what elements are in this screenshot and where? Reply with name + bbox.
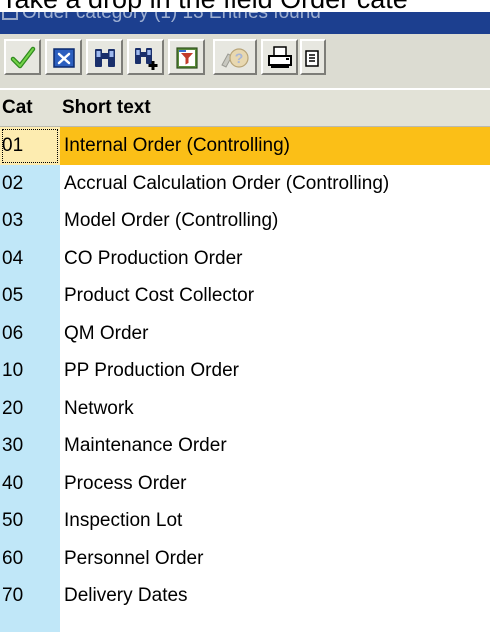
settings-button[interactable] xyxy=(300,39,326,75)
find-next-button[interactable] xyxy=(127,39,164,75)
row-short-text: Personnel Order xyxy=(64,547,204,569)
checkmark-icon xyxy=(10,46,36,69)
row-category-key: 70 xyxy=(2,585,24,606)
window-icon xyxy=(2,12,18,20)
row-category-key: 06 xyxy=(2,322,24,344)
binoculars-icon xyxy=(95,49,115,67)
table-header: Cat Short text xyxy=(0,90,490,127)
row-short-text: Delivery Dates xyxy=(64,585,188,606)
table-row[interactable]: 06 QM Order xyxy=(0,315,490,353)
table-row[interactable]: 10 PP Production Order xyxy=(0,352,490,390)
continue-button[interactable] xyxy=(4,39,41,75)
close-icon xyxy=(53,48,75,68)
table-body: 01 Internal Order (Controlling) 02 Accrual … xyxy=(0,127,490,615)
table-row[interactable]: 03 Model Order (Controlling) xyxy=(0,202,490,240)
table-row[interactable]: 01 Internal Order (Controlling) xyxy=(0,127,490,165)
row-short-text: Internal Order (Controlling) xyxy=(64,135,290,156)
row-category-key: 30 xyxy=(2,435,24,456)
printer-icon xyxy=(268,46,292,68)
table-row[interactable]: 30 Maintenance Order xyxy=(0,427,490,465)
help-icon: ? xyxy=(221,48,249,68)
table-row[interactable]: 60 Personnel Order xyxy=(0,540,490,578)
row-short-text: Network xyxy=(64,397,134,419)
toolbar: ? xyxy=(0,34,490,88)
row-short-text: Product Cost Collector xyxy=(64,285,255,306)
row-category-key: 01 xyxy=(0,127,60,165)
row-short-text: Maintenance Order xyxy=(64,435,227,456)
table-row[interactable]: 05 Product Cost Collector xyxy=(0,277,490,315)
page: Take a drop in the field Order cate Orde… xyxy=(0,0,490,632)
value-list: Cat Short text 01 Internal Order (Control… xyxy=(0,90,490,632)
row-category-key: 60 xyxy=(2,547,24,569)
binoculars-plus-icon xyxy=(135,48,158,70)
row-short-text: QM Order xyxy=(64,322,149,344)
row-category-key: 05 xyxy=(2,285,24,306)
column-header-cat[interactable]: Cat xyxy=(2,96,33,120)
row-category-key: 20 xyxy=(2,397,24,419)
row-short-text: Model Order (Controlling) xyxy=(64,210,279,231)
table-row[interactable]: 04 CO Production Order xyxy=(0,240,490,278)
svg-text:?: ? xyxy=(235,50,244,66)
dialog-title-bar: Order category (1) 13 Entries found xyxy=(0,12,490,34)
table-row[interactable]: 50 Inspection Lot xyxy=(0,502,490,540)
column-header-short-text[interactable]: Short text xyxy=(62,96,151,120)
dialog-title: Order category (1) 13 Entries found xyxy=(22,12,321,23)
table-row[interactable]: 40 Process Order xyxy=(0,465,490,503)
restrict-values-button[interactable] xyxy=(168,39,205,75)
filter-icon xyxy=(176,47,198,69)
row-short-text: CO Production Order xyxy=(64,247,243,269)
row-category-key: 03 xyxy=(2,210,24,231)
help-button[interactable]: ? xyxy=(213,39,257,75)
row-category-key: 10 xyxy=(2,360,24,381)
table-row[interactable]: 20 Network xyxy=(0,390,490,428)
row-short-text: Accrual Calculation Order (Controlling) xyxy=(64,172,390,194)
cancel-button[interactable] xyxy=(45,39,82,75)
find-button[interactable] xyxy=(86,39,123,75)
print-button[interactable] xyxy=(261,39,298,75)
row-short-text: Process Order xyxy=(64,472,187,494)
row-category-key: 02 xyxy=(2,172,24,194)
row-short-text: Inspection Lot xyxy=(64,510,183,531)
row-category-key: 40 xyxy=(2,472,24,494)
table-row[interactable]: 70 Delivery Dates xyxy=(0,577,490,615)
table-row[interactable]: 02 Accrual Calculation Order (Controlling… xyxy=(0,165,490,203)
row-category-key: 50 xyxy=(2,510,24,531)
row-category-key: 04 xyxy=(2,247,24,269)
row-short-text: PP Production Order xyxy=(64,360,239,381)
list-settings-icon xyxy=(305,50,319,67)
